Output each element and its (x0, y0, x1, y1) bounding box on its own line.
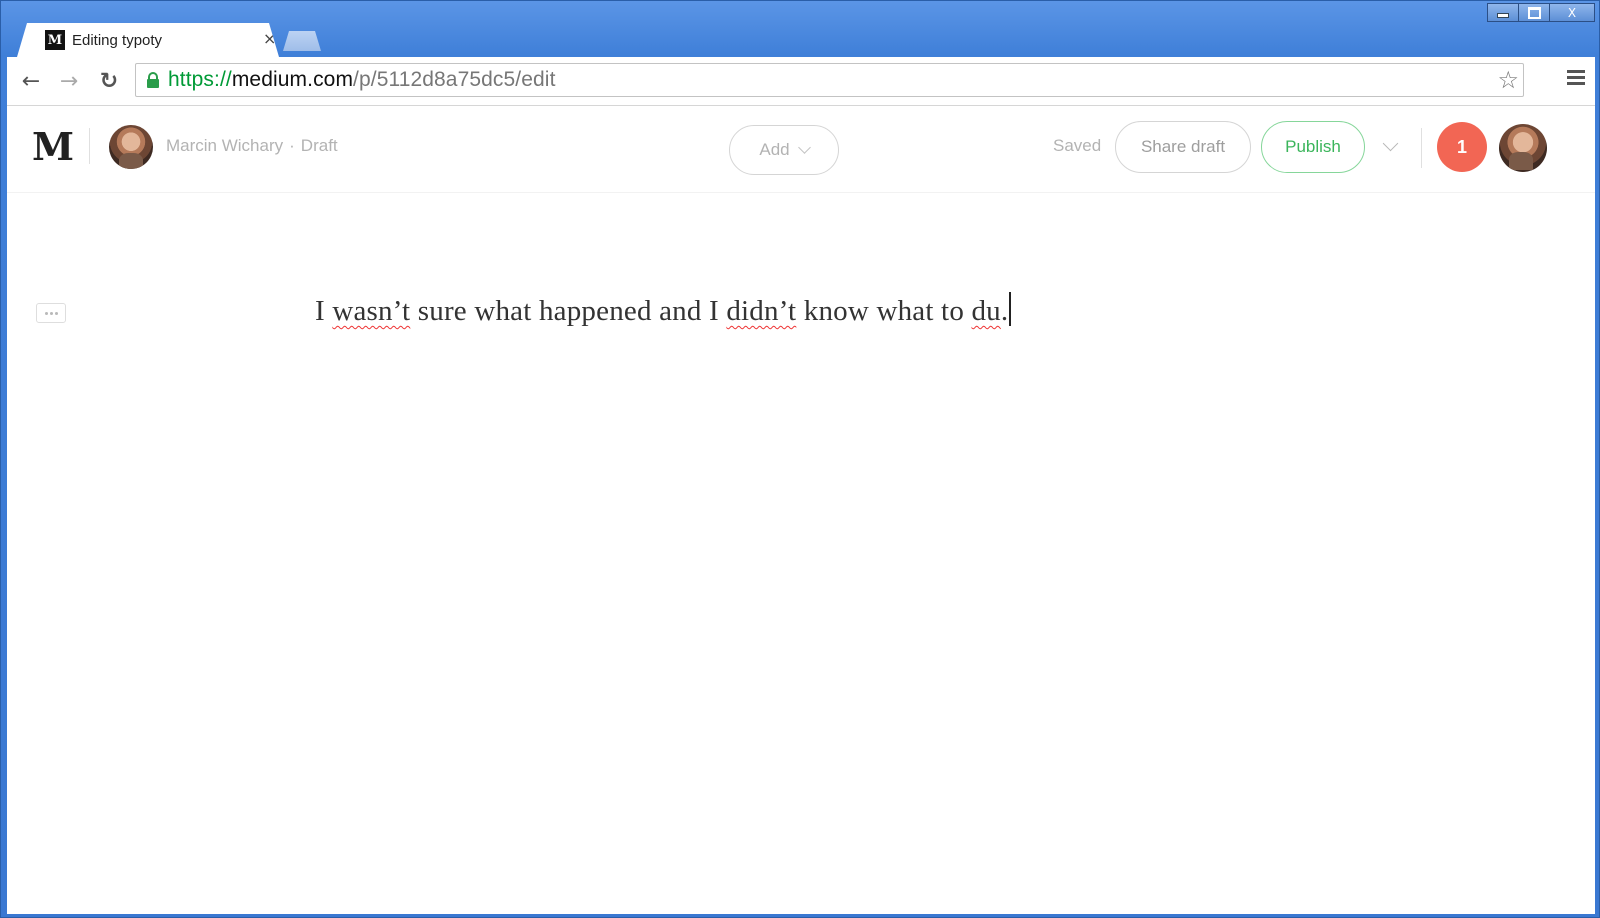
more-options-chevron-icon[interactable] (1382, 135, 1399, 152)
browser-toolbar: ← → ↻ https://medium.com/p/5112d8a75dc5/… (7, 57, 1595, 106)
minimize-button[interactable] (1487, 3, 1519, 22)
address-bar[interactable]: https://medium.com/p/5112d8a75dc5/edit ☆ (135, 63, 1524, 97)
window-controls: X (1487, 3, 1595, 22)
misspelled-word[interactable]: didn’t (726, 295, 796, 327)
user-avatar[interactable] (1499, 124, 1547, 172)
new-tab-button[interactable] (283, 31, 321, 51)
text-segment: sure what happened and I (410, 295, 727, 327)
window-close-button[interactable]: X (1549, 3, 1595, 22)
url-protocol: https:// (168, 68, 232, 91)
reload-icon[interactable]: ↻ (95, 67, 123, 95)
browser-tab[interactable]: M Editing typoty × (17, 23, 279, 57)
separator: · (289, 136, 295, 155)
medium-favicon-icon: M (45, 30, 65, 50)
browser-menu-icon[interactable] (1567, 70, 1585, 88)
url-text: https://medium.com/p/5112d8a75dc5/edit (168, 68, 556, 92)
tab-close-icon[interactable]: × (263, 29, 276, 48)
divider (1421, 128, 1422, 168)
notification-badge[interactable]: 1 (1437, 122, 1487, 172)
text-segment: know what to (796, 295, 972, 327)
medium-logo[interactable]: M (32, 124, 74, 169)
text-cursor (1009, 292, 1012, 326)
forward-arrow-icon[interactable]: → (55, 67, 83, 95)
author-avatar[interactable] (109, 125, 153, 169)
page-content: M Marcin Wichary · Draft Add Saved Share d… (7, 106, 1595, 914)
url-path: /p/5112d8a75dc5/edit (353, 68, 556, 91)
tab-title: Editing typoty (72, 31, 163, 49)
text-segment: . (1000, 295, 1009, 327)
draft-status: Draft (300, 136, 338, 155)
share-draft-button[interactable]: Share draft (1115, 121, 1251, 173)
text-segment: I (315, 295, 333, 327)
publish-button[interactable]: Publish (1261, 121, 1365, 173)
add-button-label: Add (759, 140, 790, 159)
bookmark-star-icon[interactable]: ☆ (1497, 66, 1519, 94)
chevron-down-icon (797, 141, 811, 154)
medium-metabar: M Marcin Wichary · Draft Add Saved Share d… (7, 106, 1595, 193)
url-host: medium.com (231, 68, 354, 91)
misspelled-word[interactable]: wasn’t (332, 295, 410, 327)
editor-paragraph[interactable]: I wasn’t sure what happened and I didn’t… (315, 292, 1012, 328)
lock-icon (147, 72, 159, 88)
author-line: Marcin Wichary · Draft (166, 136, 338, 156)
browser-window: X M Editing typoty × ← → ↻ https://mediu… (0, 0, 1600, 918)
misspelled-word[interactable]: du (971, 295, 1000, 327)
author-name[interactable]: Marcin Wichary (166, 136, 283, 155)
saved-status: Saved (1053, 136, 1102, 155)
maximize-button[interactable] (1518, 3, 1550, 22)
divider (89, 128, 90, 164)
back-arrow-icon[interactable]: ← (17, 67, 45, 95)
add-button[interactable]: Add (729, 125, 839, 175)
block-options-button[interactable] (36, 303, 66, 323)
